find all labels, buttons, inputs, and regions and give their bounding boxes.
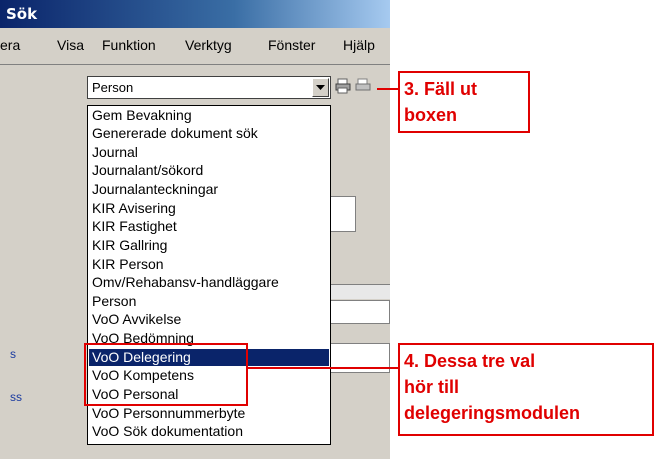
dropdown-option[interactable]: VoO Personnummerbyte	[89, 405, 329, 422]
print-icon[interactable]	[335, 78, 351, 94]
callout-step4-text: 4. Dessa tre val hör till delegeringsmod…	[404, 351, 581, 423]
dropdown-button[interactable]	[312, 78, 329, 97]
dropdown-option[interactable]: KIR Fastighet	[89, 218, 329, 235]
menu-hjalp[interactable]: Hjälp	[343, 37, 375, 53]
dropdown-option[interactable]: Genererade dokument sök	[89, 125, 329, 142]
menu-redigera[interactable]: era	[0, 37, 20, 53]
menu-fonster[interactable]: Fönster	[268, 37, 315, 53]
combobox-value: Person	[92, 80, 134, 95]
dropdown-option[interactable]: Gem Bevakning	[89, 107, 329, 124]
menu-bar: era Visa Funktion Verktyg Fönster Hjälp	[0, 28, 390, 65]
background-label: s	[10, 347, 16, 361]
dropdown-option[interactable]: KIR Person	[89, 256, 329, 273]
dropdown-arrow-icon	[316, 85, 325, 90]
window-title: Sök	[6, 5, 38, 23]
menu-funktion[interactable]: Funktion	[102, 37, 156, 53]
dropdown-option[interactable]: VoO Avvikelse	[89, 311, 329, 328]
highlight-delegering-options	[84, 343, 248, 406]
callout-step3-text: 3. Fäll ut boxen	[404, 79, 478, 125]
menu-verktyg[interactable]: Verktyg	[185, 37, 232, 53]
dropdown-option[interactable]: Journalant/sökord	[89, 162, 329, 179]
callout-step4-connector	[248, 367, 398, 369]
dropdown-option[interactable]: KIR Gallring	[89, 237, 329, 254]
dropdown-option[interactable]: KIR Avisering	[89, 200, 329, 217]
title-bar: Sök	[0, 0, 390, 28]
dropdown-option[interactable]: Omv/Rehabansv-handläggare	[89, 274, 329, 291]
background-field	[330, 300, 390, 324]
menu-visa[interactable]: Visa	[57, 37, 84, 53]
dropdown-option[interactable]: VoO Sök dokumentation	[89, 423, 329, 440]
print-preview-icon[interactable]	[355, 78, 371, 94]
background-label: ss	[10, 390, 22, 404]
background-field	[330, 196, 356, 232]
dropdown-option[interactable]: Journalanteckningar	[89, 181, 329, 198]
background-strip	[330, 284, 390, 299]
dropdown-option[interactable]: Person	[89, 293, 329, 310]
callout-step3-connector	[377, 88, 398, 90]
dropdown-option[interactable]: Journal	[89, 144, 329, 161]
search-type-combobox[interactable]: Person	[87, 76, 331, 99]
